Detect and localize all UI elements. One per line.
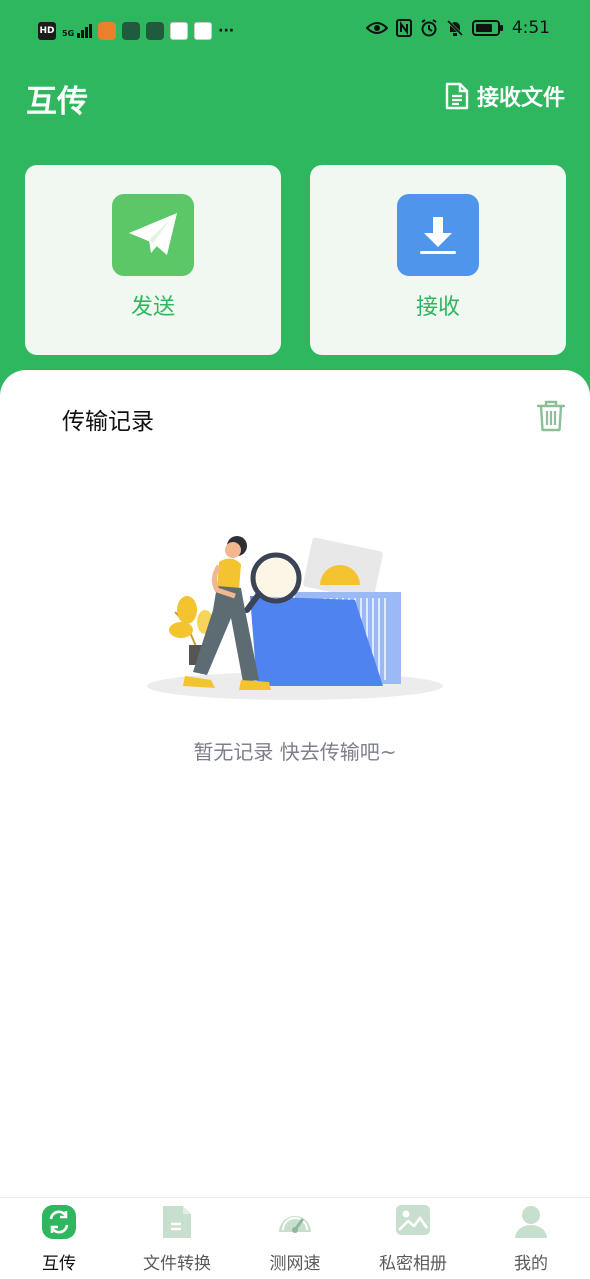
status-icons-right: 4:51 <box>365 18 550 38</box>
hd-badge: HD <box>38 22 56 40</box>
status-bar: HD 5G ··· 4:51 <box>0 18 590 50</box>
send-icon-tile <box>112 194 194 276</box>
nav-label-speed-test: 测网速 <box>269 1254 321 1274</box>
speedometer-icon <box>279 1216 311 1233</box>
receive-icon-tile <box>397 194 479 276</box>
profile-icon <box>515 1206 547 1238</box>
nav-label-transfer: 互传 <box>42 1254 76 1274</box>
bell-muted-icon <box>446 19 463 37</box>
shopping-bag-icon <box>122 22 141 40</box>
nav-label-file-convert: 文件转换 <box>143 1254 211 1274</box>
nav-label-profile: 我的 <box>514 1254 548 1274</box>
alarm-icon <box>421 19 437 37</box>
battery-icon <box>471 20 503 36</box>
news-app-icon <box>194 22 213 40</box>
page-title: 互传 <box>26 84 88 120</box>
document-icon <box>445 82 469 110</box>
history-title: 传输记录 <box>62 409 154 435</box>
download-icon <box>420 217 456 254</box>
trash-icon[interactable] <box>536 400 566 436</box>
nav-label-private-album: 私密相册 <box>379 1254 447 1274</box>
shopping-bag-icon-2 <box>146 22 165 40</box>
photo-album-icon <box>396 1205 430 1235</box>
bottom-nav: 互传 文件转换 测网速 私密相册 我的 <box>0 1197 590 1279</box>
signal-label: 5G <box>62 29 75 38</box>
app-notification-icon <box>98 22 117 40</box>
nav-item-file-convert[interactable]: 文件转换 <box>118 1198 236 1279</box>
signal-icon: 5G <box>62 24 93 38</box>
nav-item-transfer[interactable]: 互传 <box>0 1198 118 1279</box>
more-dots-icon: ··· <box>218 23 235 39</box>
status-icons-left: HD 5G ··· <box>38 22 234 40</box>
eye-icon <box>365 22 388 34</box>
receive-files-button[interactable]: 接收文件 <box>445 80 565 112</box>
transfer-icon <box>42 1205 76 1239</box>
history-panel <box>0 370 590 1278</box>
file-convert-icon <box>163 1206 191 1238</box>
empty-state-text: 暂无记录 快去传输吧~ <box>193 740 397 764</box>
send-label: 发送 <box>130 295 175 320</box>
receive-files-label: 接收文件 <box>476 86 565 111</box>
nav-item-profile[interactable]: 我的 <box>472 1198 590 1279</box>
receive-card[interactable]: 接收 <box>310 165 566 355</box>
nav-item-speed-test[interactable]: 测网速 <box>236 1198 354 1279</box>
paper-plane-icon <box>129 213 177 255</box>
nfc-icon <box>395 19 412 37</box>
nav-item-private-album[interactable]: 私密相册 <box>354 1198 472 1279</box>
status-time: 4:51 <box>511 18 550 38</box>
send-card[interactable]: 发送 <box>25 165 281 355</box>
receive-label: 接收 <box>415 295 460 320</box>
video-app-icon <box>170 22 189 40</box>
empty-state-illustration <box>145 530 445 709</box>
